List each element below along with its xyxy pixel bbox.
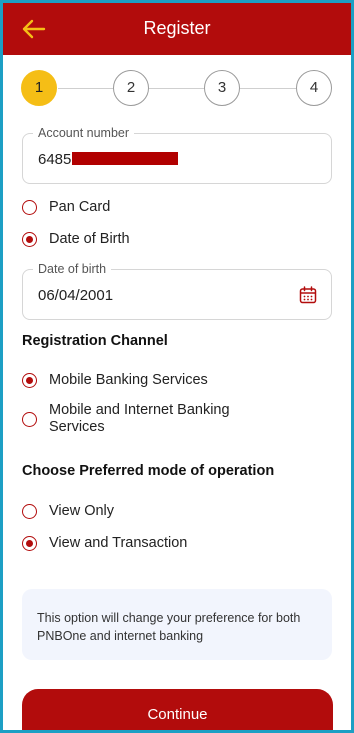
registration-channel-heading: Registration Channel: [22, 333, 168, 349]
radio-label: View Only: [49, 503, 115, 519]
step-2: 2: [113, 70, 149, 106]
date-of-birth-field[interactable]: Date of birth 06/04/2001: [22, 262, 332, 320]
radio-label: View and Transaction: [49, 535, 188, 551]
radio-button[interactable]: [22, 536, 37, 551]
calendar-icon[interactable]: [299, 286, 317, 304]
radio-button[interactable]: [22, 200, 37, 215]
info-notice: This option will change your preference …: [22, 589, 332, 660]
radio-button[interactable]: [22, 232, 37, 247]
step-connector: [149, 88, 204, 89]
step-4: 4: [296, 70, 332, 106]
step-3: 3: [204, 70, 240, 106]
radio-label-line2: Services: [49, 419, 105, 435]
date-of-birth-label: Date of birth: [33, 262, 112, 276]
step-connector: [240, 88, 296, 89]
radio-button[interactable]: [22, 412, 37, 427]
step-1: 1: [21, 70, 57, 106]
radio-label-line1: Mobile and Internet Banking: [49, 402, 230, 418]
account-number-prefix: 6485: [38, 151, 72, 168]
radio-label: Date of Birth: [49, 231, 130, 247]
step-connector: [58, 88, 113, 89]
page-title: Register: [143, 18, 211, 38]
account-number-value: 6485: [38, 151, 179, 168]
radio-button[interactable]: [22, 373, 37, 388]
radio-label: Mobile and Internet Banking Services: [49, 402, 230, 436]
info-text-line1: This option will change your preference …: [37, 611, 301, 625]
operation-mode-heading: Choose Preferred mode of operation: [22, 463, 275, 479]
date-of-birth-value: 06/04/2001: [38, 287, 114, 304]
radio-label: Pan Card: [49, 199, 111, 215]
account-number-label: Account number: [33, 126, 135, 140]
app-screen: Register 1 2 3 4 Account number 6485 Pan…: [3, 3, 351, 730]
info-text-line2: PNBOne and internet banking: [37, 629, 204, 643]
progress-stepper: 1 2 3 4: [3, 68, 351, 108]
info-text: This option will change your preference …: [37, 609, 322, 645]
app-bar: Register: [3, 3, 351, 55]
radio-button[interactable]: [22, 504, 37, 519]
redacted-account-digits: [72, 152, 179, 165]
continue-button[interactable]: Continue: [22, 689, 333, 730]
radio-label: Mobile Banking Services: [49, 372, 208, 388]
account-number-field[interactable]: Account number 6485: [22, 126, 332, 184]
